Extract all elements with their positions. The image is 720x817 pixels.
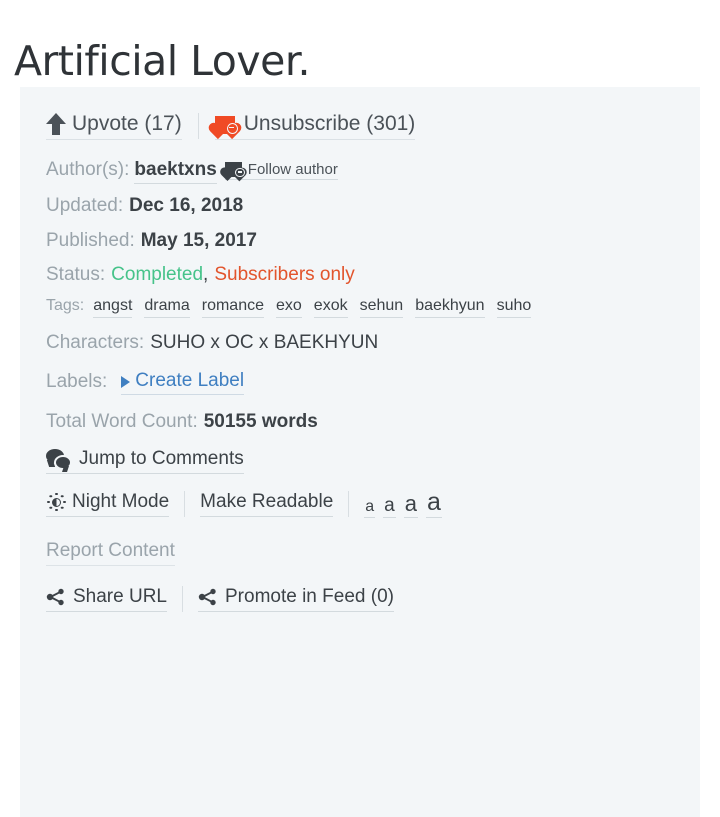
status-row: Status: Completed, Subscribers only	[46, 262, 674, 288]
updated-row: Updated: Dec 16, 2018	[46, 193, 674, 219]
report-row: Report Content	[46, 540, 674, 567]
share-row: Share URL Promote in Feed (0)	[46, 586, 674, 613]
follow-author-label: Follow author	[247, 160, 338, 178]
night-mode-button[interactable]: Night Mode	[46, 491, 170, 518]
tag-link[interactable]: drama	[144, 297, 190, 318]
share-url-label: Share URL	[73, 586, 167, 608]
upvote-label: Upvote (17)	[72, 112, 182, 135]
labels-row: Labels: Create Label	[46, 370, 674, 395]
characters-label: Characters:	[46, 331, 145, 353]
updated-label: Updated:	[46, 195, 124, 216]
option-divider	[184, 491, 186, 518]
font-size-xsmall-button[interactable]: a	[364, 499, 376, 519]
share-divider	[182, 586, 183, 613]
option-divider	[348, 491, 350, 518]
tag-link[interactable]: sehun	[359, 297, 404, 318]
action-divider	[197, 113, 199, 139]
tag-link[interactable]: angst	[93, 297, 133, 318]
tag-link[interactable]: romance	[201, 297, 264, 318]
story-info-page: Artificial Lover. Upvote (17) Unsubscrib…	[0, 0, 720, 817]
unsubscribe-label: Unsubscribe (301)	[243, 112, 416, 135]
status-separator: ,	[203, 264, 209, 286]
display-options-row: Night Mode Make Readable a a a a	[46, 490, 674, 519]
comments-icon	[46, 448, 72, 470]
heart-minus-icon	[214, 114, 238, 135]
jump-to-comments-button[interactable]: Jump to Comments	[46, 448, 244, 475]
page-title: Artificial Lover.	[14, 37, 311, 86]
promote-in-feed-label: Promote in Feed (0)	[225, 586, 394, 608]
comments-row: Jump to Comments	[46, 448, 674, 475]
share-icon	[198, 587, 218, 607]
brightness-icon	[46, 492, 67, 513]
published-value: May 15, 2017	[140, 229, 257, 251]
share-url-button[interactable]: Share URL	[46, 586, 167, 613]
create-label-text: Create Label	[135, 369, 245, 391]
font-size-small-button[interactable]: a	[383, 496, 396, 519]
word-count-value: 50155 words	[203, 410, 318, 432]
night-mode-label: Night Mode	[72, 491, 170, 513]
status-label: Status:	[46, 264, 106, 286]
story-info-panel: Upvote (17) Unsubscribe (301) Author(s):…	[20, 87, 700, 817]
follow-author-button[interactable]: Follow author	[224, 160, 338, 180]
author-link[interactable]: baektxns	[134, 159, 217, 184]
action-bar: Upvote (17) Unsubscribe (301)	[46, 109, 674, 143]
characters-value: SUHO x OC x BAEKHYUN	[150, 331, 379, 353]
tag-link[interactable]: baekhyun	[415, 297, 485, 318]
jump-to-comments-label: Jump to Comments	[79, 448, 244, 470]
published-label: Published:	[46, 229, 135, 251]
font-size-large-button[interactable]: a	[426, 490, 442, 519]
labels-label: Labels:	[46, 370, 108, 392]
tag-link[interactable]: exok	[313, 297, 348, 318]
characters-row: Characters: SUHO x OC x BAEKHYUN	[46, 330, 674, 356]
font-size-group: a a a a	[364, 490, 442, 519]
heart-plus-icon	[224, 160, 245, 178]
tags-label: Tags:	[46, 296, 85, 314]
word-count-label: Total Word Count:	[46, 410, 198, 432]
share-icon	[46, 587, 66, 607]
status-badge-completed: Completed	[111, 264, 204, 286]
word-count-row: Total Word Count: 50155 words	[46, 409, 674, 435]
caret-right-icon	[121, 375, 131, 388]
updated-value: Dec 16, 2018	[129, 195, 244, 216]
published-row: Published: May 15, 2017	[46, 228, 674, 254]
tag-link[interactable]: suho	[496, 297, 532, 318]
promote-in-feed-button[interactable]: Promote in Feed (0)	[198, 586, 394, 613]
report-content-button[interactable]: Report Content	[46, 540, 175, 567]
arrow-up-icon	[46, 113, 66, 135]
upvote-button[interactable]: Upvote (17)	[46, 112, 182, 140]
status-badge-access: Subscribers only	[214, 264, 355, 286]
font-size-medium-button[interactable]: a	[403, 493, 418, 519]
author-label: Author(s):	[46, 159, 130, 180]
tag-link[interactable]: exo	[276, 297, 302, 318]
tags-row: Tags: angst drama romance exo exok sehun…	[46, 297, 606, 318]
make-readable-label: Make Readable	[200, 491, 334, 513]
make-readable-button[interactable]: Make Readable	[200, 491, 334, 518]
create-label-button[interactable]: Create Label	[121, 369, 245, 395]
author-row: Author(s): baektxns Follow author	[46, 159, 674, 184]
unsubscribe-button[interactable]: Unsubscribe (301)	[214, 112, 416, 140]
